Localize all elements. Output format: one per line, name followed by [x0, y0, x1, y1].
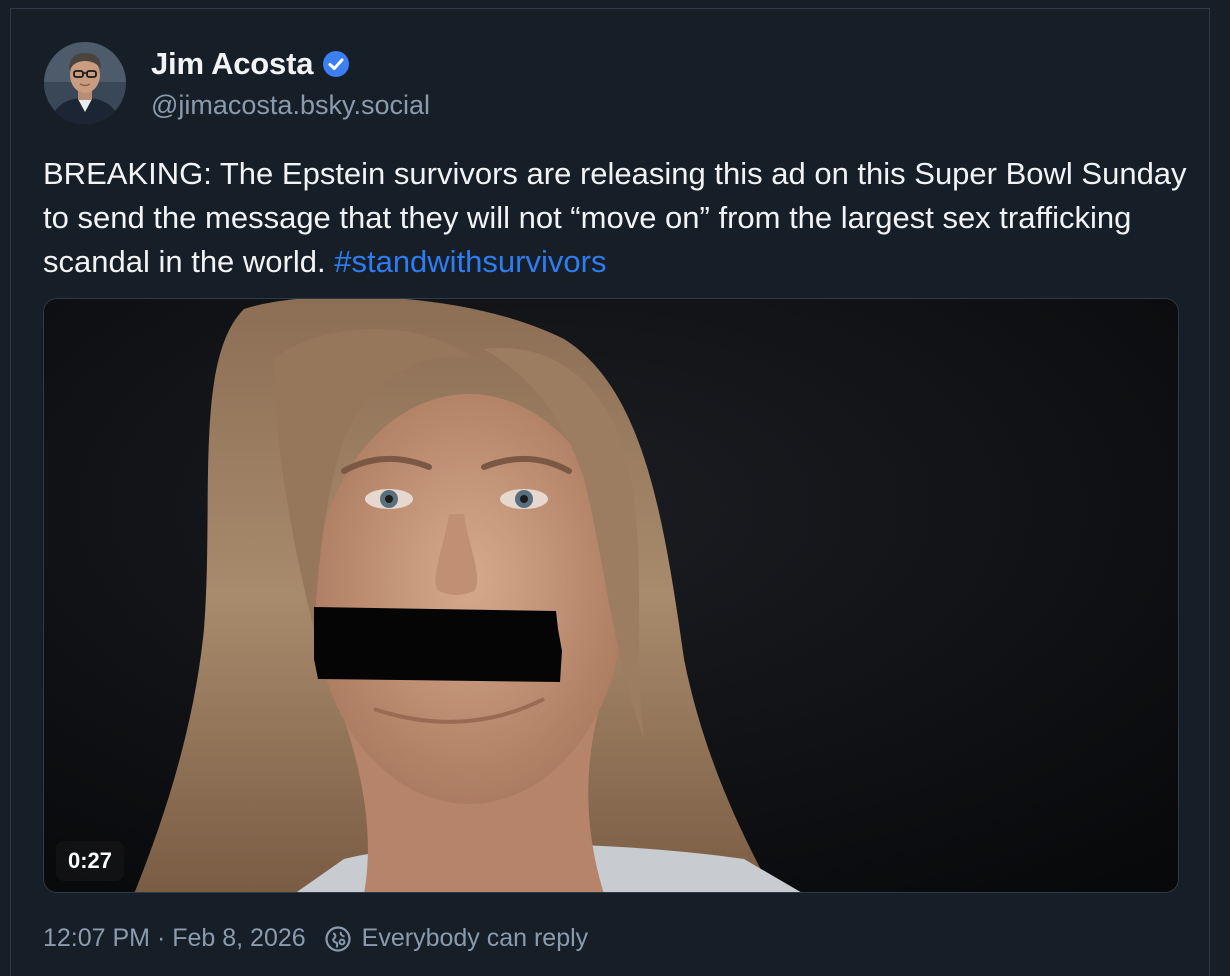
video-duration-badge: 0:27: [56, 841, 125, 881]
author-block: Jim Acosta @jimacosta.bsky.social: [151, 44, 430, 121]
post-timestamp[interactable]: 12:07 PM · Feb 8, 2026: [43, 924, 306, 953]
post-meta: 12:07 PM · Feb 8, 2026 Everybody can rep…: [43, 924, 588, 953]
display-name-row: Jim Acosta: [151, 44, 430, 84]
video-player[interactable]: 0:27: [43, 298, 1179, 893]
display-name[interactable]: Jim Acosta: [151, 46, 313, 82]
reply-setting-label: Everybody can reply: [361, 924, 589, 952]
hashtag-link[interactable]: #standwithsurvivors: [334, 244, 606, 279]
post-text: BREAKING: The Epstein survivors are rele…: [43, 152, 1193, 284]
author-handle[interactable]: @jimacosta.bsky.social: [151, 90, 430, 121]
globe-icon: [324, 925, 352, 953]
avatar[interactable]: [44, 42, 126, 124]
post-body-text: BREAKING: The Epstein survivors are rele…: [43, 156, 1187, 279]
page: Jim Acosta @jimacosta.bsky.social BREAKI…: [0, 0, 1230, 976]
video-thumbnail: [44, 299, 1178, 892]
post-card: Jim Acosta @jimacosta.bsky.social BREAKI…: [10, 8, 1210, 976]
avatar-image: [44, 42, 126, 124]
verified-check-icon[interactable]: [322, 50, 350, 78]
